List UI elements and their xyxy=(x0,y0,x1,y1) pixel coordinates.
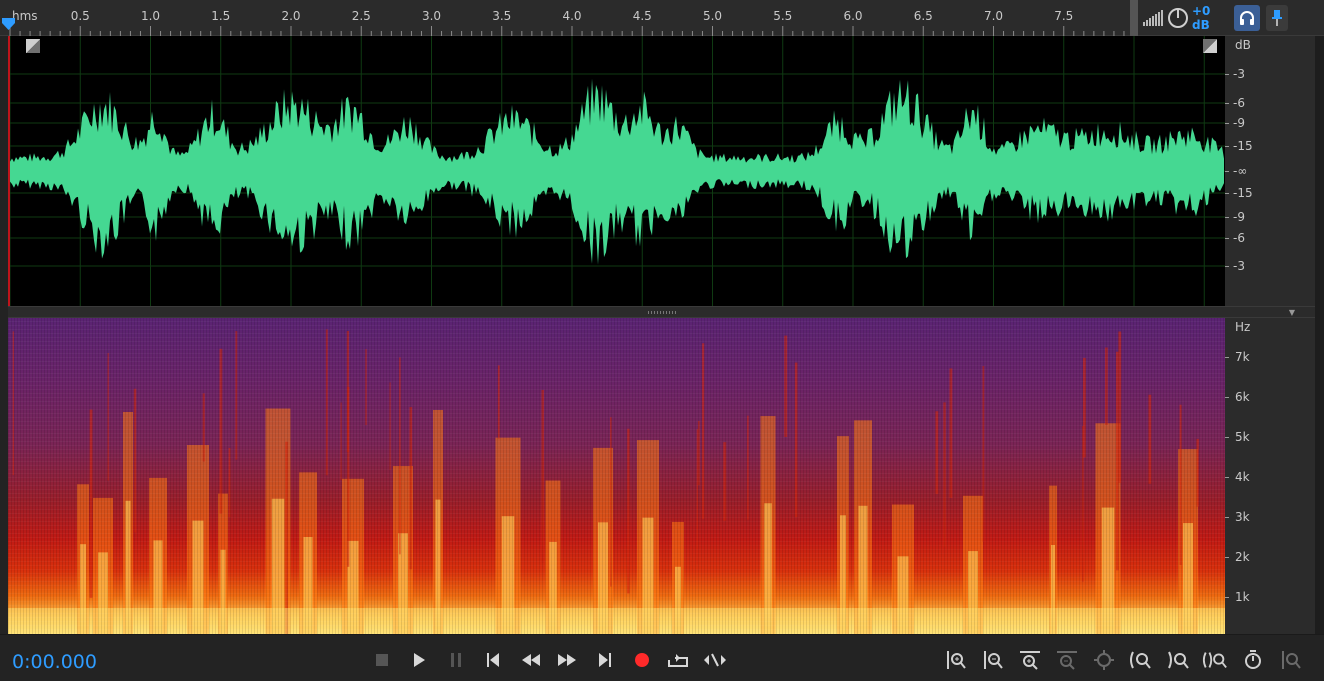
zoom-time-icon[interactable] xyxy=(1240,648,1266,672)
db-scale-tick xyxy=(1225,123,1229,124)
splitter-grip-icon[interactable] xyxy=(648,311,678,314)
fast-forward-icon[interactable] xyxy=(555,649,579,671)
timeline-ruler[interactable]: hms 0.5 1.0 1.5 2.0 2.5 3.0 3.5 4.0 4.5 5.0 5.5 6.0 6… xyxy=(0,0,1130,36)
play-icon[interactable] xyxy=(407,649,431,671)
corner-handle-right-icon[interactable] xyxy=(1203,39,1217,53)
db-scale-tick xyxy=(1225,193,1229,194)
time-display[interactable]: 0:00.000 xyxy=(12,651,97,673)
ruler-tick-label: 1.5 xyxy=(211,9,230,23)
zoom-out-amplitude-icon[interactable] xyxy=(980,648,1006,672)
transport-bar: 0:00.000 xyxy=(0,634,1324,681)
rewind-icon[interactable] xyxy=(519,649,543,671)
pin-icon[interactable] xyxy=(1266,5,1288,31)
hz-scale-tick xyxy=(1225,437,1229,438)
hz-unit-label: Hz xyxy=(1235,320,1251,334)
ruler-tick-label: 2.0 xyxy=(281,9,300,23)
hz-scale-tick xyxy=(1225,557,1229,558)
db-scale-label: -3 xyxy=(1233,259,1245,273)
zoom-reset-icon[interactable] xyxy=(1278,648,1304,672)
hz-scale-tick xyxy=(1225,477,1229,478)
vertical-scrollbar[interactable] xyxy=(1315,36,1324,634)
skip-to-end-icon[interactable] xyxy=(593,649,617,671)
skip-selection-icon[interactable] xyxy=(703,649,727,671)
ruler-tick-label: 4.0 xyxy=(562,9,581,23)
amplitude-scale: dB -3 -6 -9 -15 -∞ -15 -9 -6 -3 xyxy=(1225,36,1315,306)
monitor-controls: +0 dB xyxy=(1130,0,1324,36)
db-scale-label: -∞ xyxy=(1233,164,1248,178)
db-scale-label: -15 xyxy=(1233,186,1253,200)
db-scale-tick xyxy=(1225,217,1229,218)
ruler-tick-label: 6.0 xyxy=(843,9,862,23)
ruler-tick-label: 7.0 xyxy=(984,9,1003,23)
zoom-full-icon[interactable] xyxy=(1091,648,1117,672)
corner-handle-left-icon[interactable] xyxy=(26,39,40,53)
ruler-tick-label: 3.0 xyxy=(422,9,441,23)
db-scale-label: -15 xyxy=(1233,139,1253,153)
db-scale-label: -9 xyxy=(1233,210,1245,224)
hz-scale-tick xyxy=(1225,597,1229,598)
loop-icon[interactable] xyxy=(666,649,690,671)
ruler-tick-label: 0.5 xyxy=(71,9,90,23)
skip-to-start-icon[interactable] xyxy=(481,649,505,671)
db-scale-label: -9 xyxy=(1233,116,1245,130)
ruler-tick-label: 7.5 xyxy=(1054,9,1073,23)
zoom-in-right-icon[interactable] xyxy=(1166,648,1192,672)
hz-scale-tick xyxy=(1225,397,1229,398)
db-scale-label: -6 xyxy=(1233,96,1245,110)
ruler-tick-label: 4.5 xyxy=(633,9,652,23)
hz-scale-tick xyxy=(1225,517,1229,518)
db-scale-tick xyxy=(1225,74,1229,75)
waveform-view[interactable] xyxy=(8,36,1225,306)
hz-scale-label: 2k xyxy=(1235,550,1250,564)
view-splitter[interactable]: ▼ xyxy=(8,306,1315,318)
hz-scale-label: 5k xyxy=(1235,430,1250,444)
ruler-tick-label: 6.5 xyxy=(914,9,933,23)
stop-icon[interactable] xyxy=(370,649,394,671)
hz-scale-label: 6k xyxy=(1235,390,1250,404)
record-icon[interactable] xyxy=(630,649,654,671)
hz-scale-label: 7k xyxy=(1235,350,1250,364)
chevron-down-icon[interactable]: ▼ xyxy=(1289,308,1295,317)
pause-icon[interactable] xyxy=(444,649,468,671)
ruler-tick-label: 5.0 xyxy=(703,9,722,23)
db-scale-tick xyxy=(1225,238,1229,239)
ruler-tick-label: 2.5 xyxy=(352,9,371,23)
zoom-selection-icon[interactable] xyxy=(1202,648,1228,672)
frequency-scale: Hz 7k 6k 5k 4k 3k 2k 1k xyxy=(1225,318,1315,634)
grip-icon[interactable] xyxy=(1130,0,1138,36)
hz-scale-label: 1k xyxy=(1235,590,1250,604)
ruler-ticks: hms 0.5 1.0 1.5 2.0 2.5 3.0 3.5 4.0 4.5 5.0 5.5 6.0 6… xyxy=(9,9,1125,36)
zoom-in-amplitude-icon[interactable] xyxy=(943,648,969,672)
hz-scale-tick xyxy=(1225,357,1229,358)
volume-value[interactable]: +0 dB xyxy=(1192,4,1228,32)
ruler-unit-label: hms xyxy=(12,9,38,23)
headphones-icon[interactable] xyxy=(1234,5,1260,31)
db-scale-tick xyxy=(1225,266,1229,267)
hz-scale-label: 3k xyxy=(1235,510,1250,524)
db-scale-tick xyxy=(1225,146,1229,147)
ruler-tick-label: 3.5 xyxy=(492,9,511,23)
spectral-frequency-view[interactable] xyxy=(8,318,1225,634)
db-scale-label: -3 xyxy=(1233,67,1245,81)
db-scale-label: -6 xyxy=(1233,231,1245,245)
waveform-trace xyxy=(8,78,1224,265)
ruler-tick-label: 1.0 xyxy=(141,9,160,23)
zoom-in-left-icon[interactable] xyxy=(1128,648,1154,672)
level-meter-icon[interactable] xyxy=(1140,4,1166,32)
zoom-in-time-icon[interactable] xyxy=(1017,648,1043,672)
db-unit-label: dB xyxy=(1235,38,1251,52)
zoom-out-time-icon[interactable] xyxy=(1054,648,1080,672)
spectrogram-texture xyxy=(8,318,1225,634)
playhead-handle-icon[interactable] xyxy=(2,18,15,30)
hz-scale-label: 4k xyxy=(1235,470,1250,484)
db-scale-tick xyxy=(1225,103,1229,104)
waveform xyxy=(8,36,1225,306)
db-scale-tick xyxy=(1225,171,1229,172)
ruler-tick-label: 5.5 xyxy=(773,9,792,23)
volume-knob-icon[interactable] xyxy=(1166,4,1190,32)
